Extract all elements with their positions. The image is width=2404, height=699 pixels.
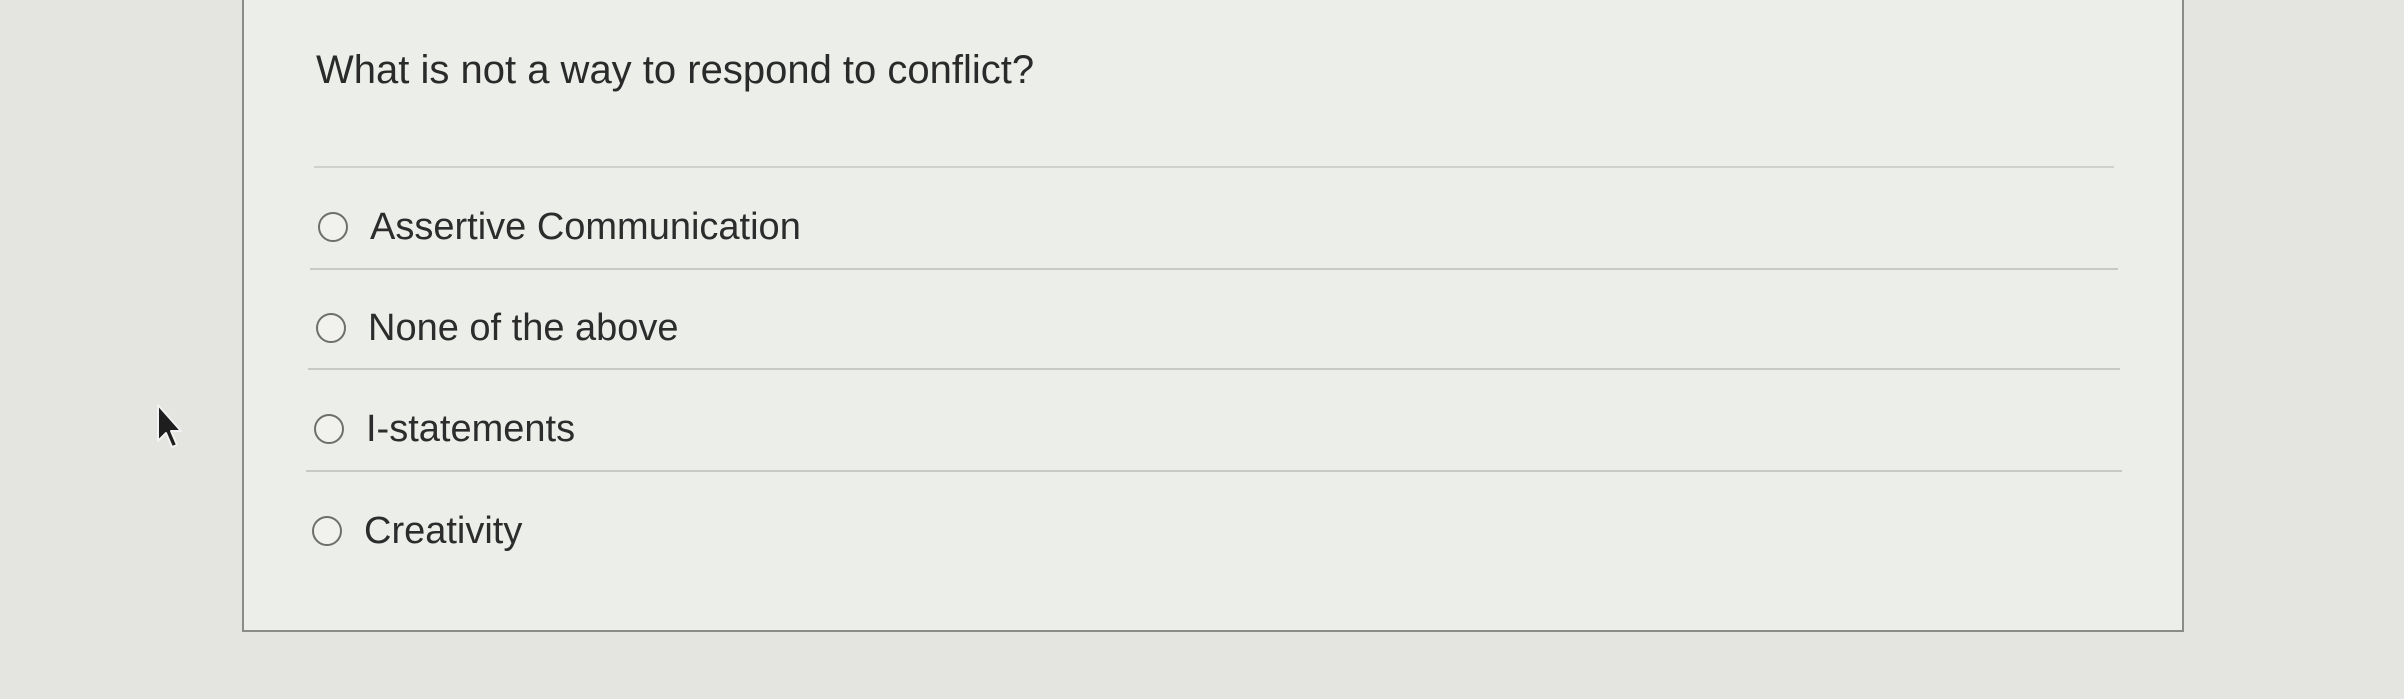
option-label: I-statements <box>366 407 576 450</box>
option-none-of-the-above[interactable]: None of the above <box>316 296 2116 360</box>
radio-button-icon[interactable] <box>312 516 342 546</box>
option-divider <box>310 268 2118 270</box>
option-creativity[interactable]: Creativity <box>312 499 2112 563</box>
mouse-pointer-icon <box>157 404 182 448</box>
option-label: Assertive Communication <box>370 205 801 248</box>
option-label: Creativity <box>364 509 523 552</box>
option-assertive-communication[interactable]: Assertive Communication <box>318 195 2118 259</box>
question-divider <box>314 166 2114 168</box>
question-text: What is not a way to respond to conflict… <box>316 48 1035 92</box>
radio-button-icon[interactable] <box>316 313 346 343</box>
option-i-statements[interactable]: I-statements <box>314 397 2114 461</box>
option-label: None of the above <box>368 306 679 349</box>
option-divider <box>308 368 2120 370</box>
radio-button-icon[interactable] <box>314 414 344 444</box>
option-divider <box>306 470 2122 472</box>
radio-button-icon[interactable] <box>318 212 348 242</box>
question-card: What is not a way to respond to conflict… <box>242 0 2184 632</box>
